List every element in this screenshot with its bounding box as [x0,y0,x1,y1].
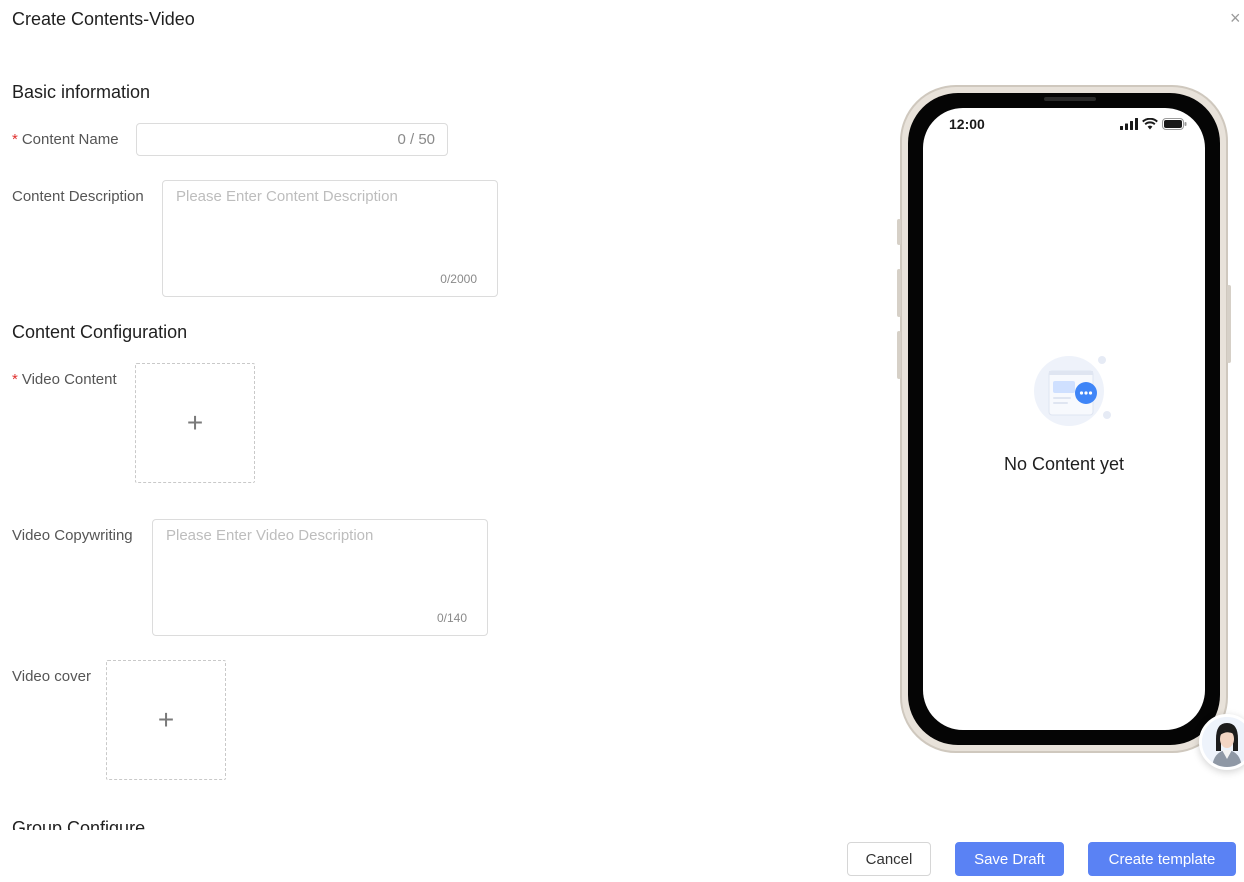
phone-speaker [1044,97,1096,101]
battery-icon [1162,118,1187,130]
wifi-icon [1142,118,1158,130]
content-description-field[interactable]: 0/2000 [162,180,498,297]
empty-state-text: No Content yet [1003,454,1125,474]
content-description-counter: 0/2000 [440,272,477,286]
cancel-button[interactable]: Cancel [847,842,931,876]
empty-content-icon [1034,356,1111,426]
phone-preview: 12:00 No Content yet [897,85,1231,753]
section-basic-information: Basic information [12,82,151,102]
content-name-field[interactable]: 0 / 50 [136,123,448,156]
content-name-label: * Content Name [12,131,119,148]
phone-mute-button [897,219,901,245]
required-mark: * [12,131,18,148]
phone-volume-down-button [897,331,901,379]
section-group-configure: Group Configure [12,818,146,830]
create-template-button[interactable]: Create template [1088,842,1236,876]
video-content-upload[interactable]: + [135,363,255,483]
status-time: 12:00 [949,116,985,132]
video-copywriting-label: Video Copywriting [12,527,133,544]
phone-volume-up-button [897,269,901,317]
content-name-label-text: Content Name [21,131,119,148]
video-cover-label: Video cover [12,668,91,685]
dialog-title: Create Contents-Video [12,9,195,29]
video-cover-upload[interactable]: + [106,660,226,780]
phone-bezel: 12:00 No Content yet [908,93,1220,745]
content-name-counter: 0 / 50 [397,131,435,148]
content-name-input[interactable] [137,124,377,155]
form-scroll-area[interactable]: Basic information * Content Name 0 / 50 C… [0,60,860,830]
video-content-label-text: Video Content [21,371,117,388]
plus-icon: + [157,704,175,735]
assistant-avatar-image [1202,717,1244,767]
status-icons [1120,118,1187,130]
required-mark: * [12,371,18,388]
video-content-label: * Video Content [12,371,117,388]
save-draft-button[interactable]: Save Draft [955,842,1064,876]
section-content-configuration: Content Configuration [12,322,188,342]
phone-screen: 12:00 No Content yet [923,108,1205,730]
content-description-label: Content Description [12,188,144,205]
signal-icon [1120,118,1138,130]
video-copywriting-field[interactable]: 0/140 [152,519,488,636]
assistant-avatar-icon[interactable] [1199,714,1244,770]
video-copywriting-counter: 0/140 [436,611,467,625]
plus-icon: + [186,407,204,438]
close-icon[interactable]: × [1230,8,1244,28]
phone-power-button [1227,285,1231,363]
